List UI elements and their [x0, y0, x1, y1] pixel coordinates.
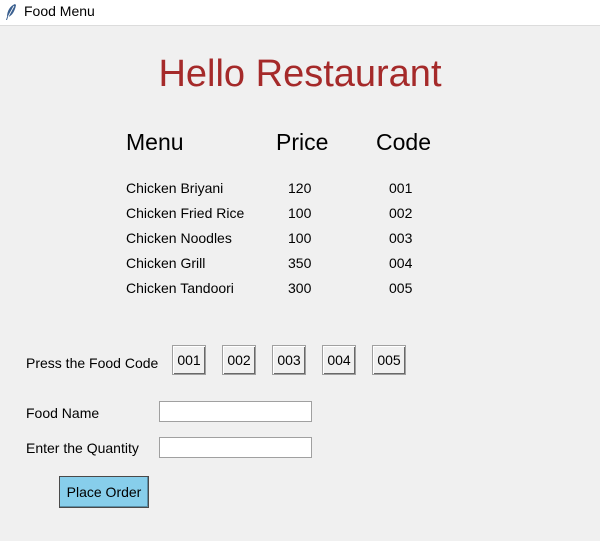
item-code: 002: [389, 205, 413, 221]
food-code-button-004[interactable]: 004: [322, 345, 356, 375]
item-name: Chicken Noodles: [126, 230, 232, 246]
window-title: Food Menu: [24, 3, 95, 19]
price-column-header: Price: [276, 129, 329, 155]
item-price: 300: [288, 280, 312, 296]
food-code-button-001[interactable]: 001: [172, 345, 206, 375]
quantity-label: Enter the Quantity: [26, 440, 139, 456]
item-price: 350: [288, 255, 312, 271]
item-name: Chicken Tandoori: [126, 280, 234, 296]
item-name: Chicken Grill: [126, 255, 206, 271]
food-code-button-005[interactable]: 005: [372, 345, 406, 375]
item-code: 003: [389, 230, 413, 246]
item-name: Chicken Briyani: [126, 180, 224, 196]
item-code: 005: [389, 280, 413, 296]
place-order-button[interactable]: Place Order: [59, 476, 149, 508]
food-code-label: Press the Food Code: [26, 355, 159, 371]
item-name: Chicken Fried Rice: [126, 205, 245, 221]
item-price: 100: [288, 230, 312, 246]
item-code: 004: [389, 255, 413, 271]
food-name-input[interactable]: [159, 401, 312, 422]
item-code: 001: [389, 180, 413, 196]
food-code-button-002[interactable]: 002: [222, 345, 256, 375]
code-column-header: Code: [376, 129, 431, 155]
feather-icon: [6, 4, 16, 20]
item-price: 100: [288, 205, 312, 221]
menu-column-header: Menu: [126, 129, 184, 155]
quantity-input[interactable]: [159, 437, 312, 458]
title-bar: Food Menu: [0, 0, 600, 26]
page-heading: Hello Restaurant: [158, 53, 442, 95]
item-price: 120: [288, 180, 312, 196]
food-code-button-003[interactable]: 003: [272, 345, 306, 375]
food-name-label: Food Name: [26, 405, 100, 421]
